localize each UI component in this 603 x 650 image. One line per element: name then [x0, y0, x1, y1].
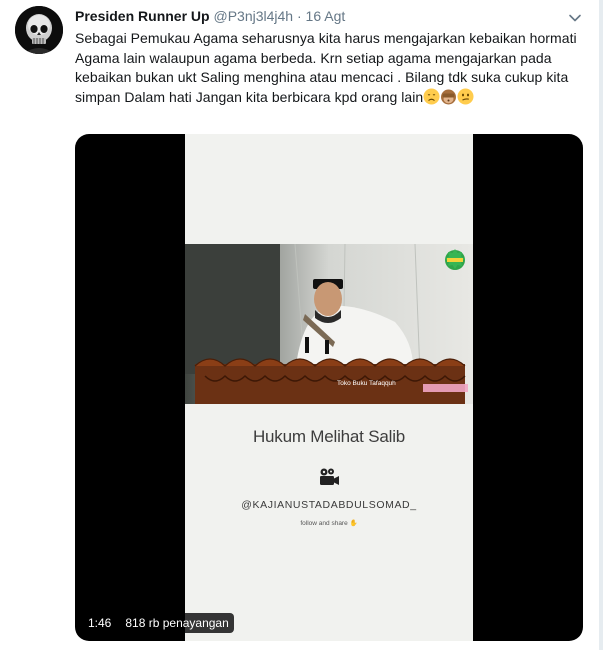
- right-border: [599, 0, 603, 650]
- caret-down-icon[interactable]: [567, 10, 583, 26]
- avatar[interactable]: [15, 6, 63, 54]
- video-frame: Toko Buku Tafaqquh Hukum Melihat Salib @…: [185, 134, 473, 641]
- pointing-hand-icon: ✋: [349, 520, 358, 527]
- header-separator: ·: [296, 8, 302, 24]
- tweet-date[interactable]: 16 Agt: [306, 8, 346, 24]
- user-handle[interactable]: @P3nj3l4j4h: [213, 8, 293, 24]
- confused-face-emoji-icon: [457, 88, 474, 105]
- follow-share-label: follow and share: [300, 520, 348, 527]
- video-player[interactable]: Toko Buku Tafaqquh Hukum Melihat Salib @…: [75, 134, 583, 641]
- tweet-header: Presiden Runner Up @P3nj3l4j4h · 16 Agt: [75, 8, 345, 24]
- view-count-badge: 818 rb penayangan: [120, 613, 234, 633]
- film-camera-icon: [320, 468, 339, 485]
- tweet-text: Sebagai Pemukau Agama seharusnya kita ha…: [75, 29, 585, 107]
- tweet-body: Sebagai Pemukau Agama seharusnya kita ha…: [75, 30, 577, 105]
- see-no-evil-monkey-emoji-icon: [440, 88, 457, 105]
- tweet[interactable]: Presiden Runner Up @P3nj3l4j4h · 16 Agt …: [0, 0, 598, 650]
- skull-avatar-icon: [15, 6, 63, 54]
- book-store-label: Toko Buku Tafaqquh: [337, 380, 396, 387]
- video-caption-title: Hukum Melihat Salib: [252, 427, 406, 446]
- channel-handle-watermark: @KAJIANUSTADABDULSOMAD_: [241, 499, 417, 511]
- video-overlay-badges: 1:46 818 rb penayangan: [83, 613, 234, 633]
- speaker-scene-image: [185, 244, 473, 404]
- disappointed-face-emoji-icon: [423, 88, 440, 105]
- display-name[interactable]: Presiden Runner Up: [75, 8, 210, 24]
- video-duration-badge: 1:46: [83, 613, 117, 633]
- video-clip-preview: Toko Buku Tafaqquh: [185, 244, 473, 404]
- follow-share-text: follow and share ✋: [185, 519, 473, 527]
